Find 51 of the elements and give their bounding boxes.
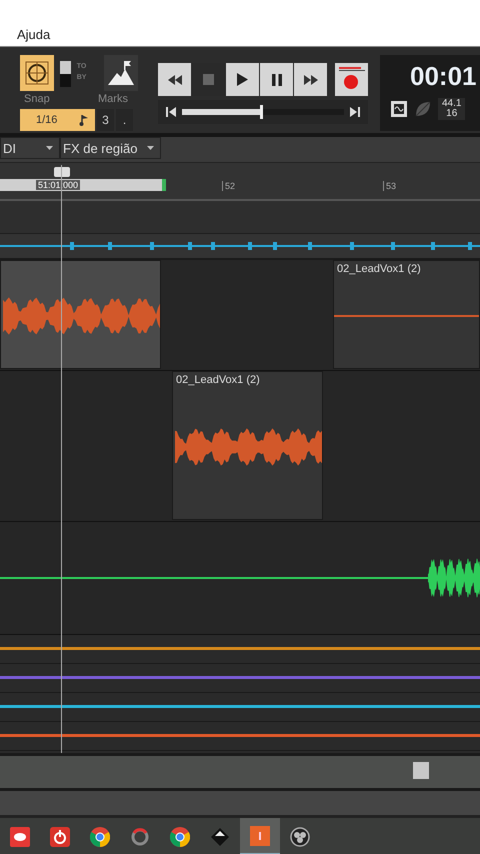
transport-button[interactable] (260, 63, 293, 96)
sample-rate: 44.1 (442, 99, 462, 109)
marks-label: Marks (98, 93, 128, 105)
pause-icon (272, 74, 282, 86)
transport-button[interactable] (294, 63, 327, 96)
note-icon (79, 114, 89, 126)
now-marker-handle[interactable] (54, 167, 70, 177)
dotted-button[interactable]: . (116, 109, 133, 131)
browser-icon (170, 826, 190, 846)
position-slider-thumb[interactable] (260, 105, 264, 119)
go-to-end-icon[interactable] (350, 107, 360, 117)
power-icon (50, 826, 70, 846)
transport-button[interactable] (158, 63, 191, 96)
caret-icon (46, 146, 53, 150)
app-icon (250, 826, 270, 846)
go-to-start-icon[interactable] (166, 107, 176, 117)
stop-icon (203, 74, 214, 85)
transport-button[interactable] (226, 63, 259, 96)
ruler-label: 52 (222, 181, 236, 191)
app-icon (210, 826, 230, 846)
ruler-label: 53 (383, 181, 396, 191)
snap-label: Snap (23, 93, 51, 105)
app-icon (130, 826, 150, 846)
caret-icon (147, 146, 154, 150)
browser-icon (90, 826, 110, 846)
grid-icon (24, 61, 49, 85)
record-button[interactable] (335, 63, 368, 96)
snap-mode-toggle[interactable] (60, 61, 71, 87)
recorder-icon (290, 826, 310, 846)
toolbar-dropdown[interactable]: DI (0, 137, 60, 159)
audio-clip[interactable] (0, 260, 161, 369)
menu-item[interactable]: Ajuda (17, 27, 50, 42)
toolbar-dropdown[interactable]: FX de região (60, 137, 162, 159)
play-icon (237, 73, 248, 86)
triplet-button[interactable]: 3 (97, 109, 114, 131)
mountain-flag-icon (108, 61, 134, 85)
wave-chip-icon[interactable] (390, 100, 408, 118)
marker-time: 51:01:000 (36, 180, 80, 190)
clip-title: 02_LeadVox1 (2) (337, 263, 421, 275)
audio-clip[interactable]: 02_LeadVox1 (2) (172, 371, 323, 520)
audio-clip[interactable]: 02_LeadVox1 (2) (333, 260, 480, 369)
marks-button[interactable] (104, 55, 138, 91)
snap-button[interactable] (20, 55, 54, 91)
bit-depth: 16 (446, 109, 458, 119)
clip-title: 02_LeadVox1 (2) (176, 374, 260, 386)
rewind-icon (168, 74, 182, 84)
fast-forward-icon (304, 74, 318, 84)
time-display: 00:01 (409, 61, 478, 92)
scroll-thumb[interactable] (413, 762, 429, 779)
app-icon (10, 826, 30, 846)
snap-resolution-dropdown[interactable]: 1/16 (20, 109, 95, 131)
